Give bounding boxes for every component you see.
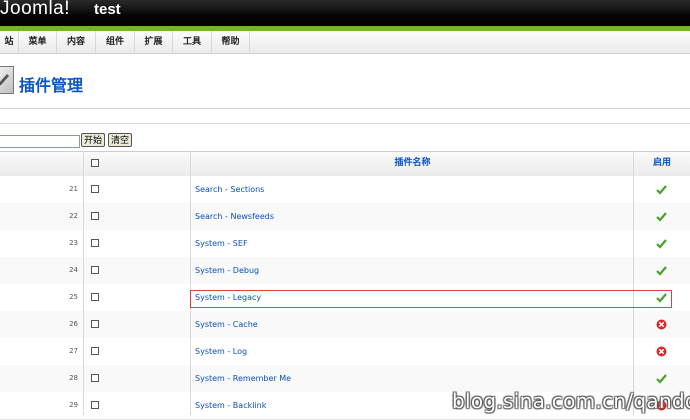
table-header: 插件名称 启用 [0, 151, 690, 177]
plugin-name-link[interactable]: Search - Newsfeeds [195, 203, 274, 230]
row-checkbox[interactable] [91, 347, 99, 355]
column-divider [83, 151, 84, 415]
plugin-name-link[interactable]: Search - Sections [195, 176, 264, 203]
row-number: 26 [69, 320, 78, 328]
site-title: test [94, 1, 121, 18]
enabled-check-icon[interactable] [656, 373, 667, 384]
table-row: 24 System - Debug [0, 257, 690, 285]
enabled-check-icon[interactable] [656, 211, 667, 222]
row-checkbox[interactable] [91, 320, 99, 328]
table-row: 23 System - SEF [0, 230, 690, 258]
menu-components[interactable]: 组件 [96, 31, 135, 53]
plugin-icon [0, 66, 14, 94]
column-divider [190, 151, 191, 415]
plugin-name-link[interactable]: System - SEF [195, 230, 248, 257]
row-number: 23 [69, 239, 78, 247]
row-checkbox[interactable] [91, 374, 99, 382]
watermark-text: blog.sina.com.cn/qandq [452, 389, 690, 413]
plugin-name-link[interactable]: System - Remember Me [195, 365, 291, 392]
column-header-plugin-name[interactable]: 插件名称 [191, 152, 634, 176]
row-number: 25 [69, 293, 78, 301]
table-row: 21 Search - Sections [0, 176, 690, 204]
row-checkbox[interactable] [91, 293, 99, 301]
row-number: 24 [69, 266, 78, 274]
row-checkbox[interactable] [91, 266, 99, 274]
disabled-x-icon[interactable] [656, 319, 667, 330]
table-row: 22 Search - Newsfeeds [0, 203, 690, 231]
row-checkbox[interactable] [91, 212, 99, 220]
table-row: 26 System - Cache [0, 311, 690, 339]
row-number: 21 [69, 185, 78, 193]
enabled-check-icon[interactable] [656, 184, 667, 195]
plugin-name-link[interactable]: System - Log [195, 338, 247, 365]
main-menu-bar: 站 菜单 内容 组件 扩展 工具 帮助 [0, 31, 690, 54]
select-all-checkbox[interactable] [91, 159, 99, 167]
disabled-x-icon[interactable] [656, 346, 667, 357]
joomla-logo: Joomla! [0, 0, 71, 19]
filter-input[interactable] [0, 135, 80, 148]
page-title: 插件管理 [19, 76, 84, 95]
row-checkbox[interactable] [91, 239, 99, 247]
row-checkbox[interactable] [91, 185, 99, 193]
column-header-enabled[interactable]: 启用 [634, 152, 690, 176]
row-number: 27 [69, 347, 78, 355]
filter-reset-button[interactable]: 清空 [108, 133, 133, 147]
menu-tools[interactable]: 工具 [173, 31, 212, 53]
menu-content[interactable]: 内容 [57, 31, 96, 53]
enabled-check-icon[interactable] [656, 238, 667, 249]
menu-menus[interactable]: 菜单 [19, 31, 57, 53]
menu-site[interactable]: 站 [0, 31, 19, 53]
row-number: 22 [69, 212, 78, 220]
filter-go-button[interactable]: 开始 [81, 133, 106, 147]
plugin-name-link[interactable]: System - Debug [195, 257, 259, 284]
admin-header: Joomla! test [0, 0, 690, 26]
table-row: 27 System - Log [0, 338, 690, 366]
row-number: 28 [69, 374, 78, 382]
menu-extensions[interactable]: 扩展 [135, 31, 173, 53]
divider [0, 123, 690, 124]
toolbar: 插件管理 [0, 60, 690, 109]
row-checkbox[interactable] [91, 401, 99, 409]
plugin-name-link[interactable]: System - Cache [195, 311, 258, 338]
column-divider [633, 151, 634, 415]
menu-help[interactable]: 帮助 [212, 31, 250, 53]
highlight-box [190, 290, 672, 308]
enabled-check-icon[interactable] [656, 265, 667, 276]
